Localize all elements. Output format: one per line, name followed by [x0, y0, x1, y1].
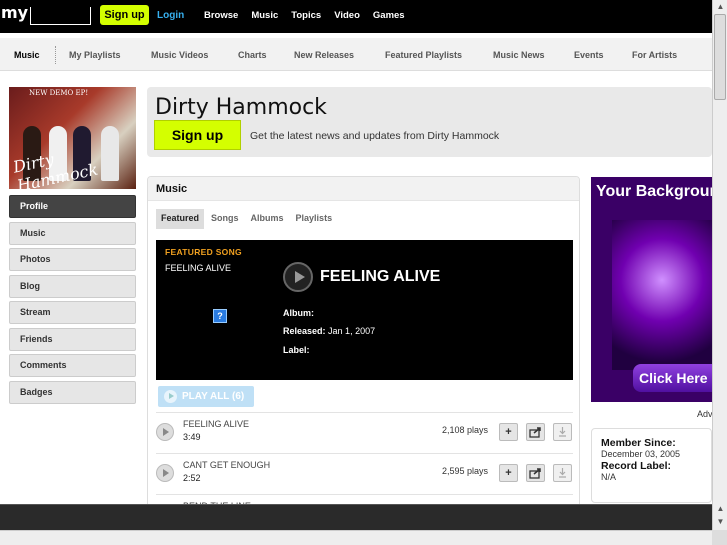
song-duration: 2:52	[183, 473, 201, 483]
header-signup-button[interactable]: Sign up	[154, 120, 241, 150]
featured-song-player: FEATURED SONG FEELING ALIVE ? FEELING AL…	[156, 240, 573, 380]
profile-menu-comments[interactable]: Comments	[9, 354, 136, 377]
share-song-icon[interactable]	[526, 464, 545, 482]
download-song-icon[interactable]	[553, 464, 572, 482]
music-subnav: Music My Playlists Music Videos Charts N…	[0, 38, 712, 71]
add-song-icon[interactable]: +	[499, 464, 518, 482]
featured-label: Label:	[283, 345, 310, 355]
song-name: FEELING ALIVE	[183, 419, 250, 429]
vertical-scroll-thumb[interactable]	[714, 14, 726, 100]
logo-slot	[30, 7, 91, 25]
top-nav: Browse Music Topics Video Games	[204, 10, 418, 21]
profile-menu: Profile Music Photos Blog Stream Friends…	[9, 195, 136, 407]
music-tabs: Featured Songs Albums Playlists	[156, 209, 339, 229]
featured-song-name: FEELING ALIVE	[165, 263, 232, 273]
play-all-icon	[164, 390, 177, 403]
profile-picture[interactable]: NEW DEMO EP! Dirty Hammock	[9, 87, 136, 189]
subnav-for-artists[interactable]: For Artists	[632, 50, 677, 60]
song-plays: 2,108 plays	[442, 425, 489, 435]
tab-featured[interactable]: Featured	[156, 209, 205, 229]
top-nav-games[interactable]: Games	[373, 10, 405, 21]
download-song-icon[interactable]	[553, 423, 572, 441]
top-nav-browse[interactable]: Browse	[204, 10, 238, 21]
tab-playlists[interactable]: Playlists	[291, 209, 338, 229]
subnav-music-news[interactable]: Music News	[493, 50, 545, 60]
subnav-events[interactable]: Events	[574, 50, 604, 60]
top-signup-button[interactable]: Sign up	[100, 5, 149, 25]
share-song-icon[interactable]	[526, 423, 545, 441]
scroll-up-icon[interactable]: ▲	[715, 1, 726, 12]
tab-albums[interactable]: Albums	[246, 209, 289, 229]
header-description: Get the latest news and updates from Dir…	[250, 130, 500, 142]
featured-play-icon[interactable]	[283, 262, 313, 292]
ad-click-here-button[interactable]: Click Here	[633, 364, 712, 392]
myspace-logo[interactable]: my	[1, 3, 91, 25]
subnav-divider	[55, 46, 56, 64]
ad-title: Your Background	[596, 183, 712, 200]
scrollbar-corner	[712, 530, 727, 545]
bottom-player-bar	[0, 504, 712, 530]
profile-menu-friends[interactable]: Friends	[9, 327, 136, 351]
profile-menu-stream[interactable]: Stream	[9, 301, 136, 324]
subnav-music[interactable]: Music	[14, 50, 40, 60]
play-all-button[interactable]: PLAY ALL (6)	[158, 386, 254, 407]
song-play-icon[interactable]	[156, 423, 174, 441]
music-panel-title: Music	[148, 177, 579, 201]
login-link[interactable]: Login	[157, 10, 184, 21]
song-plays: 2,595 plays	[442, 466, 489, 476]
subnav-featured-playlists[interactable]: Featured Playlists	[385, 50, 462, 60]
ad-hearts-image	[612, 220, 712, 370]
profile-picture-demo-text: NEW DEMO EP!	[29, 89, 89, 97]
advertisement[interactable]: Your Background Click Here	[591, 177, 712, 402]
band-name-title: Dirty Hammock	[155, 95, 327, 120]
featured-label-label: Label:	[283, 345, 310, 355]
profile-header: Dirty Hammock Sign up Get the latest new…	[147, 87, 712, 157]
scroll-up-icon[interactable]: ▲	[715, 503, 726, 514]
scroll-down-icon[interactable]: ▼	[715, 516, 726, 527]
record-label-label: Record Label:	[601, 460, 672, 472]
profile-menu-music[interactable]: Music	[9, 221, 136, 245]
record-label-value: N/A	[601, 472, 617, 482]
add-song-icon[interactable]: +	[499, 423, 518, 441]
advertisement-label: Adv	[697, 409, 713, 419]
profile-menu-photos[interactable]: Photos	[9, 248, 136, 271]
featured-song-title: FEELING ALIVE	[320, 268, 441, 285]
profile-menu-badges[interactable]: Badges	[9, 380, 136, 404]
play-all-label: PLAY ALL (6)	[182, 391, 245, 402]
logo-text: my	[1, 3, 29, 22]
featured-album-label: Album:	[283, 308, 314, 318]
featured-released-value: Jan 1, 2007	[328, 326, 376, 336]
subnav-my-playlists[interactable]: My Playlists	[69, 50, 121, 60]
top-bar: my Sign up Login Browse Music Topics Vid…	[0, 0, 712, 33]
song-name: CANT GET ENOUGH	[183, 460, 271, 470]
top-nav-music[interactable]: Music	[251, 10, 278, 21]
member-since-label: Member Since:	[601, 437, 676, 449]
song-row: FEELING ALIVE 3:49 2,108 plays +	[156, 412, 573, 453]
horizontal-scrollbar[interactable]	[0, 530, 712, 545]
subnav-music-videos[interactable]: Music Videos	[151, 50, 208, 60]
profile-menu-profile[interactable]: Profile	[9, 195, 136, 218]
top-nav-video[interactable]: Video	[334, 10, 360, 21]
top-nav-topics[interactable]: Topics	[291, 10, 321, 21]
vertical-scrollbar[interactable]: ▲ ▲ ▼	[712, 0, 727, 530]
featured-released: Released: Jan 1, 2007	[283, 326, 375, 336]
music-panel: Music Featured Songs Albums Playlists FE…	[147, 176, 580, 530]
missing-image-icon: ?	[213, 309, 227, 323]
song-play-icon[interactable]	[156, 464, 174, 482]
member-since-value: December 03, 2005	[601, 449, 681, 459]
featured-album: Album:	[283, 308, 314, 318]
profile-menu-blog[interactable]: Blog	[9, 274, 136, 298]
featured-released-label: Released:	[283, 326, 326, 336]
subnav-new-releases[interactable]: New Releases	[294, 50, 354, 60]
song-row: CANT GET ENOUGH 2:52 2,595 plays +	[156, 453, 573, 494]
subnav-charts[interactable]: Charts	[238, 50, 267, 60]
tab-songs[interactable]: Songs	[206, 209, 244, 229]
song-duration: 3:49	[183, 432, 201, 442]
member-info-box: Member Since: December 03, 2005 Record L…	[591, 428, 712, 503]
featured-song-label: FEATURED SONG	[165, 247, 242, 257]
